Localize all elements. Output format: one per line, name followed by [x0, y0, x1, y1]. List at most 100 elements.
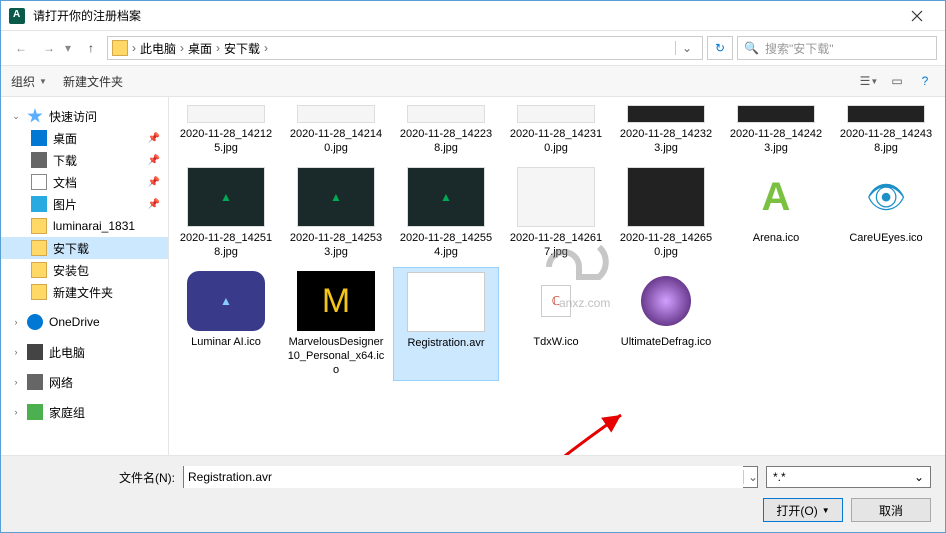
organize-button[interactable]: 组织▼ [11, 73, 47, 90]
file-item[interactable]: ▲2020-11-28_142518.jpg [173, 163, 279, 263]
file-item-selected[interactable]: Registration.avr [393, 267, 499, 381]
thumbnail [627, 167, 705, 227]
sidebar-luminar[interactable]: luminarai_1831 [1, 215, 168, 237]
chevron-right-icon: › [132, 41, 136, 55]
file-item[interactable]: 2020-11-28_142238.jpg [393, 101, 499, 159]
file-type-filter[interactable]: *.* ⌄ [766, 466, 931, 488]
file-item[interactable]: ℂTdxW.ico [503, 267, 609, 381]
file-item[interactable]: ▲2020-11-28_142533.jpg [283, 163, 389, 263]
sidebar-homegroup[interactable]: › 家庭组 [1, 401, 168, 423]
sidebar-downloads[interactable]: 下载 📌 [1, 149, 168, 171]
file-item[interactable]: 2020-11-28_142423.jpg [723, 101, 829, 159]
icon-thumbnail: ℂ [517, 271, 595, 331]
document-icon [31, 174, 47, 190]
download-icon [31, 152, 47, 168]
cloud-icon [27, 314, 43, 330]
pin-icon: 📌 [148, 199, 160, 210]
sidebar-network[interactable]: › 网络 [1, 371, 168, 393]
network-icon [27, 374, 43, 390]
expand-icon[interactable]: › [11, 377, 21, 387]
sidebar-quick-access[interactable]: ⌄ 快速访问 [1, 105, 168, 127]
open-button[interactable]: 打开(O)▼ [763, 498, 843, 522]
thumbnail [297, 105, 375, 123]
pin-icon: 📌 [148, 177, 160, 188]
search-input[interactable]: 🔍 搜索"安下载" [737, 36, 937, 60]
home-icon [27, 404, 43, 420]
forward-button[interactable]: → [37, 36, 61, 60]
thumbnail [627, 105, 705, 123]
folder-icon [31, 262, 47, 278]
refresh-button[interactable]: ↻ [707, 36, 733, 60]
thumbnail [407, 105, 485, 123]
file-item[interactable]: 2020-11-28_142617.jpg [503, 163, 609, 263]
close-button[interactable] [897, 2, 937, 30]
file-item[interactable]: 2020-11-28_142140.jpg [283, 101, 389, 159]
file-content-area[interactable]: 2020-11-28_142125.jpg 2020-11-28_142140.… [169, 97, 945, 455]
sidebar-documents[interactable]: 文档 📌 [1, 171, 168, 193]
filename-label: 文件名(N): [15, 469, 175, 486]
file-item[interactable]: 2020-11-28_142438.jpg [833, 101, 939, 159]
search-icon: 🔍 [744, 41, 759, 55]
filename-dropdown[interactable]: ⌄ [743, 470, 757, 484]
breadcrumb-current[interactable]: 安下载 [224, 40, 260, 57]
sidebar-new-folder[interactable]: 新建文件夹 [1, 281, 168, 303]
expand-icon[interactable]: › [11, 347, 21, 357]
thumbnail [847, 105, 925, 123]
address-bar[interactable]: › 此电脑 › 桌面 › 安下载 › ⌄ [107, 36, 703, 60]
folder-icon [112, 40, 128, 56]
search-placeholder: 搜索"安下载" [765, 40, 834, 57]
sidebar-onedrive[interactable]: › OneDrive [1, 311, 168, 333]
pin-icon: 📌 [148, 133, 160, 144]
folder-icon [31, 218, 47, 234]
breadcrumb-desktop[interactable]: 桌面 [188, 40, 212, 57]
sidebar-anxiazai[interactable]: 安下载 [1, 237, 168, 259]
breadcrumb-this-pc[interactable]: 此电脑 [140, 40, 176, 57]
up-button[interactable]: ↑ [79, 36, 103, 60]
file-item[interactable]: ▲Luminar AI.ico [173, 267, 279, 381]
bottom-panel: 文件名(N): ⌄ *.* ⌄ 打开(O)▼ 取消 [1, 455, 945, 532]
pictures-icon [31, 196, 47, 212]
sidebar-install-pkg[interactable]: 安装包 [1, 259, 168, 281]
address-dropdown[interactable]: ⌄ [675, 41, 698, 55]
file-grid: 2020-11-28_142125.jpg 2020-11-28_142140.… [173, 101, 941, 381]
sidebar-pictures[interactable]: 图片 📌 [1, 193, 168, 215]
thumbnail: ▲ [407, 167, 485, 227]
file-item[interactable]: UltimateDefrag.ico [613, 267, 719, 381]
icon-thumbnail: M [297, 271, 375, 331]
collapse-icon[interactable]: ⌄ [11, 111, 21, 121]
annotation-arrow [549, 407, 639, 455]
thumbnail [517, 105, 595, 123]
pin-icon: 📌 [148, 155, 160, 166]
file-icon [407, 272, 485, 332]
desktop-icon [31, 130, 47, 146]
file-item[interactable]: 2020-11-28_142310.jpg [503, 101, 609, 159]
folder-icon [31, 284, 47, 300]
file-item[interactable]: 👁CareUEyes.ico [833, 163, 939, 263]
thumbnail: ▲ [297, 167, 375, 227]
filename-input[interactable] [184, 466, 743, 488]
file-item[interactable]: AArena.ico [723, 163, 829, 263]
cancel-button[interactable]: 取消 [851, 498, 931, 522]
sidebar-this-pc[interactable]: › 此电脑 [1, 341, 168, 363]
view-options-button[interactable]: ☰▼ [859, 71, 879, 91]
preview-pane-button[interactable]: ▭ [887, 71, 907, 91]
help-button[interactable]: ? [915, 71, 935, 91]
expand-icon[interactable]: › [11, 317, 21, 327]
file-item[interactable]: ▲2020-11-28_142554.jpg [393, 163, 499, 263]
file-item[interactable]: 2020-11-28_142650.jpg [613, 163, 719, 263]
icon-thumbnail: 👁 [847, 167, 925, 227]
thumbnail [737, 105, 815, 123]
file-item[interactable]: 2020-11-28_142125.jpg [173, 101, 279, 159]
window-title: 请打开你的注册档案 [33, 7, 897, 24]
sidebar-desktop[interactable]: 桌面 📌 [1, 127, 168, 149]
icon-thumbnail [627, 271, 705, 331]
new-folder-button[interactable]: 新建文件夹 [63, 73, 123, 90]
file-item[interactable]: MMarvelousDesigner10_Personal_x64.ico [283, 267, 389, 381]
thumbnail: ▲ [187, 167, 265, 227]
back-button[interactable]: ← [9, 36, 33, 60]
title-bar: 请打开你的注册档案 [1, 1, 945, 31]
expand-icon[interactable]: › [11, 407, 21, 417]
recent-dropdown[interactable]: ▾ [65, 41, 75, 55]
file-item[interactable]: 2020-11-28_142323.jpg [613, 101, 719, 159]
chevron-down-icon: ⌄ [914, 470, 924, 484]
